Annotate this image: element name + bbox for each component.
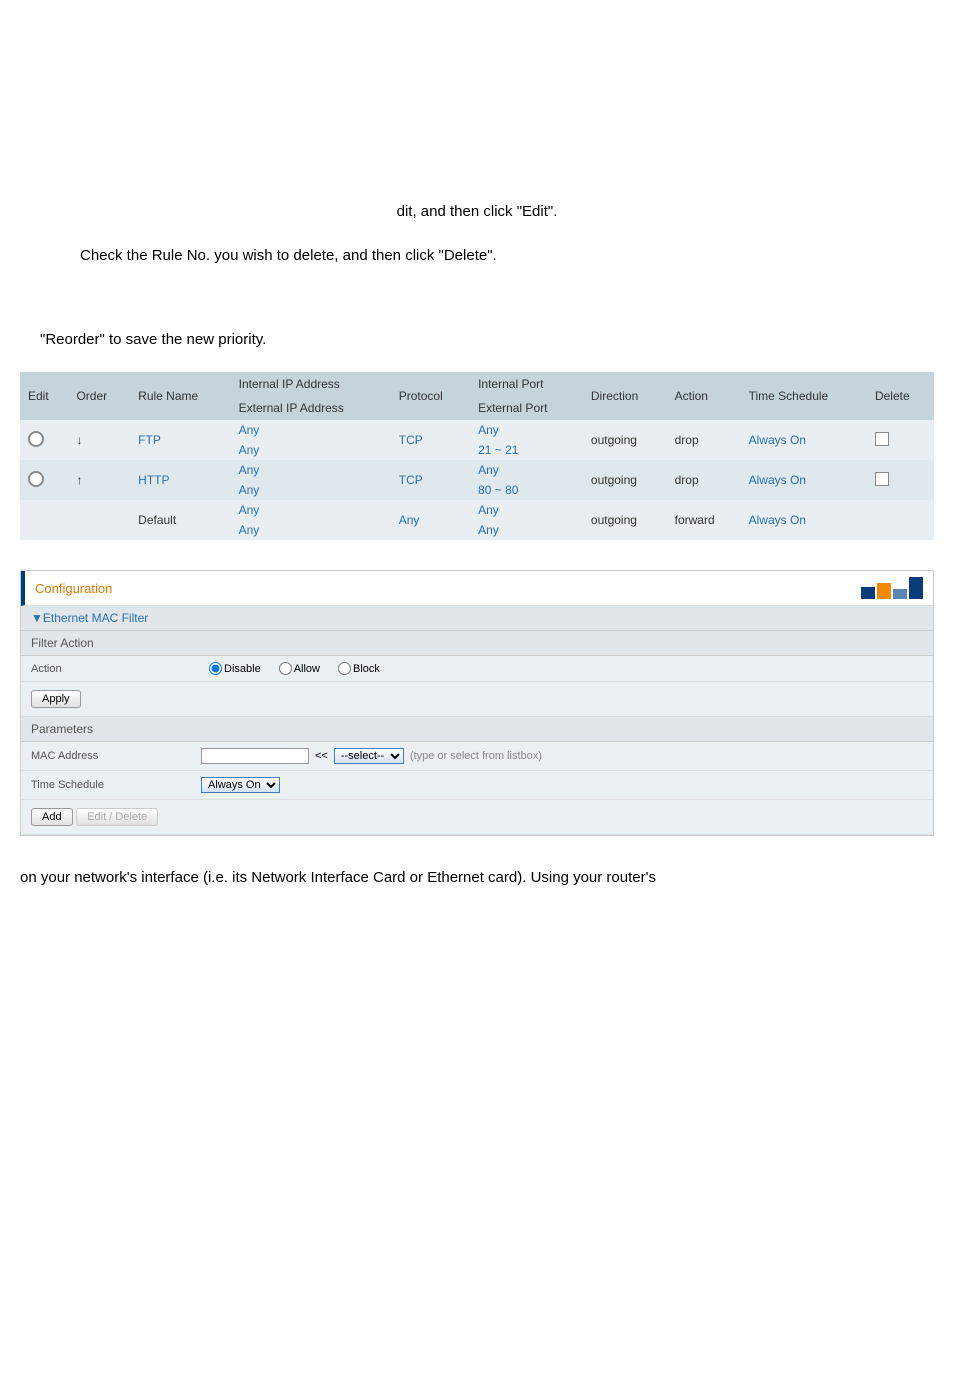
- filter-action-header: Filter Action: [21, 631, 933, 656]
- th-direction: Direction: [583, 372, 667, 420]
- add-button[interactable]: Add: [31, 808, 73, 826]
- config-title: Configuration: [35, 581, 112, 596]
- intip-3: Any: [231, 500, 391, 520]
- th-delete: Delete: [867, 372, 934, 420]
- intport-1: Any: [470, 420, 583, 440]
- time-schedule-label: Time Schedule: [31, 779, 201, 791]
- time-3: Always On: [741, 500, 867, 540]
- action-2: drop: [667, 460, 741, 500]
- rulename-ftp[interactable]: FTP: [130, 420, 230, 460]
- rulename-http[interactable]: HTTP: [130, 460, 230, 500]
- time-2: Always On: [741, 460, 867, 500]
- extip-1: Any: [231, 440, 391, 460]
- extport-3: Any: [470, 520, 583, 540]
- th-rulename: Rule Name: [130, 372, 230, 420]
- ethernet-mac-filter-header[interactable]: ▼Ethernet MAC Filter: [21, 606, 933, 631]
- th-action: Action: [667, 372, 741, 420]
- delete-check-2[interactable]: [875, 472, 889, 486]
- mac-hint: (type or select from listbox): [410, 750, 542, 762]
- intip-2: Any: [231, 460, 391, 480]
- edit-radio-2[interactable]: [28, 471, 44, 487]
- action-3: forward: [667, 500, 741, 540]
- action-label: Action: [31, 663, 201, 675]
- radio-block[interactable]: [338, 662, 351, 675]
- th-protocol: Protocol: [391, 372, 470, 420]
- apply-button[interactable]: Apply: [31, 690, 81, 708]
- intip-1: Any: [231, 420, 391, 440]
- logo-icon: [861, 577, 923, 599]
- config-panel: Configuration ▼Ethernet MAC Filter Filte…: [20, 570, 934, 836]
- th-extip: External IP Address: [231, 396, 391, 420]
- th-intport: Internal Port: [470, 372, 583, 396]
- intport-3: Any: [470, 500, 583, 520]
- ll-text: <<: [315, 750, 328, 762]
- mac-select[interactable]: --select--: [334, 748, 404, 764]
- radio-disable[interactable]: [209, 662, 222, 675]
- extport-1: 21 ~ 21: [470, 440, 583, 460]
- edit-radio-1[interactable]: [28, 431, 44, 447]
- th-time: Time Schedule: [741, 372, 867, 420]
- direction-3: outgoing: [583, 500, 667, 540]
- th-edit: Edit: [20, 372, 68, 420]
- direction-1: outgoing: [583, 420, 667, 460]
- extport-2: 80 ~ 80: [470, 480, 583, 500]
- parameters-header: Parameters: [21, 717, 933, 742]
- order-arrow-down[interactable]: ↓: [68, 420, 130, 460]
- protocol-1: TCP: [391, 420, 470, 460]
- time-1: Always On: [741, 420, 867, 460]
- extip-3: Any: [231, 520, 391, 540]
- rulename-default: Default: [130, 500, 230, 540]
- extip-2: Any: [231, 480, 391, 500]
- th-extport: External Port: [470, 396, 583, 420]
- intport-2: Any: [470, 460, 583, 480]
- rules-table: Edit Order Rule Name Internal IP Address…: [20, 372, 934, 540]
- radio-allow[interactable]: [279, 662, 292, 675]
- bottom-text: on your network's interface (i.e. its Ne…: [20, 869, 656, 886]
- instruction-text-2: Check the Rule No. you wish to delete, a…: [80, 247, 497, 264]
- th-intip: Internal IP Address: [231, 372, 391, 396]
- mac-address-label: MAC Address: [31, 750, 201, 762]
- time-schedule-select[interactable]: Always On: [201, 777, 280, 793]
- protocol-3: Any: [391, 500, 470, 540]
- th-order: Order: [68, 372, 130, 420]
- edit-delete-button[interactable]: Edit / Delete: [76, 808, 158, 826]
- instruction-text-1: dit, and then click "Edit".: [397, 203, 558, 220]
- protocol-2: TCP: [391, 460, 470, 500]
- order-arrow-up[interactable]: ↑: [68, 460, 130, 500]
- reorder-text: "Reorder" to save the new priority.: [40, 331, 266, 348]
- direction-2: outgoing: [583, 460, 667, 500]
- mac-address-input[interactable]: [201, 748, 309, 764]
- delete-check-1[interactable]: [875, 432, 889, 446]
- action-1: drop: [667, 420, 741, 460]
